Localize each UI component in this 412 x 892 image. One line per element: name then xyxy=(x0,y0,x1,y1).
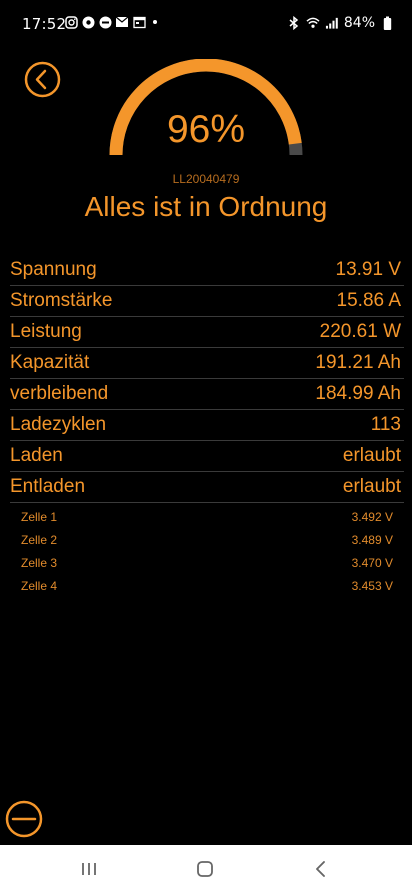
device-status-message: Alles ist in Ordnung xyxy=(84,191,328,222)
measurement-row-discharging: Entladen erlaubt xyxy=(10,472,404,503)
status-time: 17:52 xyxy=(22,15,67,33)
calendar-icon xyxy=(132,15,146,29)
measurement-label: Stromstärke xyxy=(10,290,113,311)
battery-percent-value: 96% xyxy=(166,108,246,151)
battery-icon xyxy=(380,16,394,30)
measurement-value: 113 xyxy=(370,414,401,435)
system-navigation-bar xyxy=(0,845,412,892)
measurement-value: 184.99 Ah xyxy=(315,383,401,404)
cell-voltage: 3.492 V xyxy=(351,509,393,524)
measurement-row-charging: Laden erlaubt xyxy=(10,441,404,472)
measurement-row-cycles: Ladezyklen 113 xyxy=(10,410,404,441)
cell-label: Zelle 1 xyxy=(21,509,58,524)
more-notifications-dot xyxy=(153,20,157,24)
measurement-row-voltage: Spannung 13.91 V xyxy=(10,255,404,286)
mail-icon xyxy=(115,15,129,29)
chevron-left-icon xyxy=(24,61,61,98)
instagram-icon xyxy=(64,15,78,29)
measurement-row-capacity: Kapazität 191.21 Ah xyxy=(10,348,404,379)
measurement-label: Laden xyxy=(10,445,63,466)
signal-icon xyxy=(325,16,339,30)
measurement-value: 220.61 W xyxy=(319,321,401,342)
measurement-label: Spannung xyxy=(10,259,97,280)
cell-row: Zelle 2 3.489 V xyxy=(21,528,393,551)
back-button[interactable] xyxy=(24,61,61,98)
cell-voltage-list: Zelle 1 3.492 V Zelle 2 3.489 V Zelle 3 … xyxy=(21,505,393,597)
measurement-value: 13.91 V xyxy=(335,259,402,280)
cell-row: Zelle 3 3.470 V xyxy=(21,551,393,574)
system-back-button[interactable] xyxy=(307,857,335,881)
battery-detail-screen: 17:52 84% 96% LL20040479 Alles ist in Or… xyxy=(0,0,412,892)
cell-row: Zelle 1 3.492 V xyxy=(21,505,393,528)
status-left-icons xyxy=(64,15,157,29)
measurement-label: Entladen xyxy=(10,476,86,497)
bluetooth-icon xyxy=(287,16,301,30)
measurement-label: Kapazität xyxy=(10,352,90,373)
recent-apps-icon xyxy=(82,863,96,875)
measurement-row-current: Stromstärke 15.86 A xyxy=(10,286,404,317)
cell-label: Zelle 4 xyxy=(21,578,58,593)
recent-apps-button[interactable] xyxy=(75,857,103,881)
cell-voltage: 3.489 V xyxy=(351,532,393,547)
cell-label: Zelle 2 xyxy=(21,532,58,547)
status-bar: 17:52 84% xyxy=(0,0,412,46)
back-icon xyxy=(316,861,325,877)
measurement-row-power: Leistung 220.61 W xyxy=(10,317,404,348)
home-icon xyxy=(197,861,213,877)
measurement-value: erlaubt xyxy=(342,445,401,466)
measurement-value: 191.21 Ah xyxy=(315,352,401,373)
cell-row: Zelle 4 3.453 V xyxy=(21,574,393,597)
measurement-row-remaining: verbleibend 184.99 Ah xyxy=(10,379,404,410)
minus-circle-icon xyxy=(5,800,43,838)
battery-percent: 84% xyxy=(343,15,375,31)
app-icon-2 xyxy=(98,15,112,29)
device-serial: LL20040479 xyxy=(172,172,240,186)
cell-voltage: 3.453 V xyxy=(351,578,393,593)
measurement-list: Spannung 13.91 V Stromstärke 15.86 A Lei… xyxy=(10,255,404,503)
measurement-value: erlaubt xyxy=(342,476,401,497)
cell-label: Zelle 3 xyxy=(21,555,58,570)
collapse-button[interactable] xyxy=(5,800,43,838)
app-icon-1 xyxy=(81,15,95,29)
measurement-label: Ladezyklen xyxy=(10,414,107,435)
cell-voltage: 3.470 V xyxy=(351,555,393,570)
wifi-icon xyxy=(306,16,320,30)
measurement-label: Leistung xyxy=(10,321,82,342)
measurement-value: 15.86 A xyxy=(336,290,401,311)
measurement-label: verbleibend xyxy=(10,383,109,404)
status-right-icons: 84% xyxy=(287,15,394,31)
home-button[interactable] xyxy=(191,857,219,881)
